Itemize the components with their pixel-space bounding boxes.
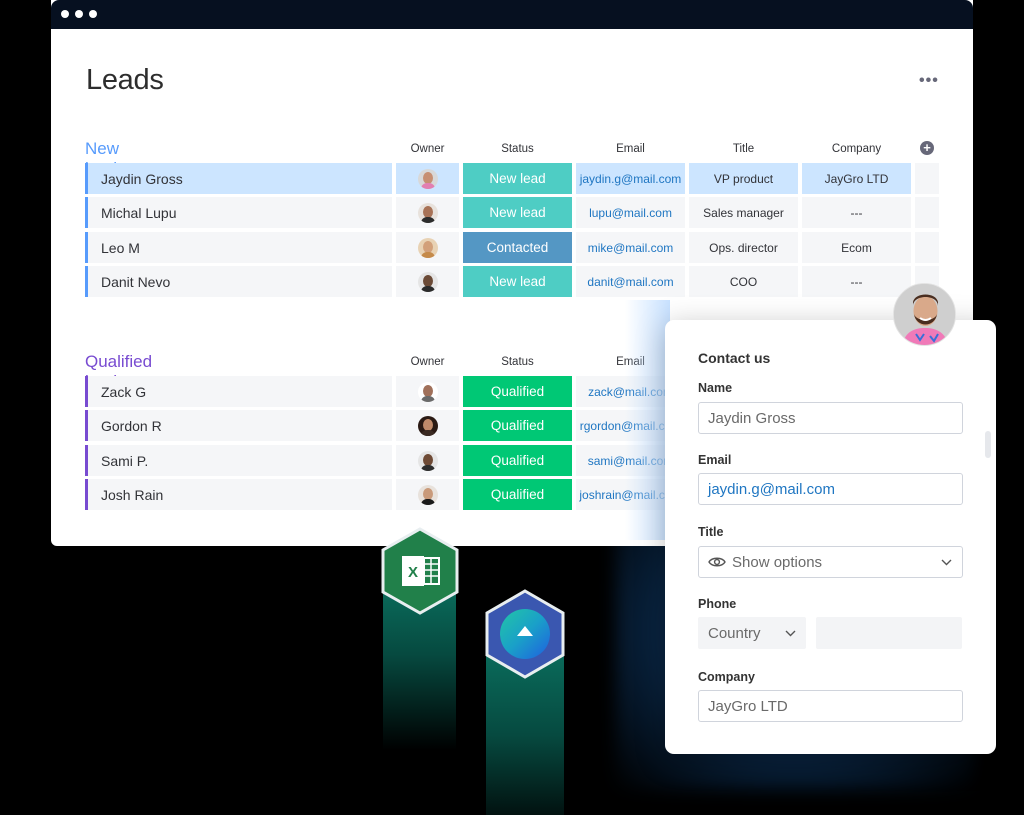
title-select-value: Show options [708,554,822,571]
column-header-owner[interactable]: Owner [396,143,459,155]
lead-name-cell[interactable]: Danit Nevo [85,266,392,297]
window-titlebar [51,0,973,29]
title-cell[interactable]: Ops. director [689,232,798,263]
avatar[interactable] [417,168,438,189]
svg-text:X: X [408,564,418,581]
window-dot[interactable] [75,10,83,18]
column-header-email[interactable]: Email [576,143,685,155]
country-placeholder: Country [708,624,761,642]
window-dot[interactable] [89,10,97,18]
owner-cell[interactable] [396,266,459,297]
status-badge[interactable]: Qualified [463,376,572,407]
empty-cell [915,232,939,263]
company-field[interactable]: JayGro LTD [698,690,963,722]
owner-cell[interactable] [396,410,459,441]
empty-cell [915,197,939,228]
chevron-down-icon [941,559,952,565]
contact-form: Contact us Name Jaydin Gross Email jaydi… [665,320,996,754]
email-field[interactable]: jaydin.g@mail.com [698,473,963,505]
status-badge[interactable]: New lead [463,197,572,228]
contact-avatar [893,283,956,346]
form-title: Contact us [698,350,771,366]
title-cell[interactable]: COO [689,266,798,297]
avatar[interactable] [417,381,438,402]
upload-app-icon[interactable] [484,589,566,679]
lead-name-cell[interactable]: Zack G [85,376,392,407]
owner-cell[interactable] [396,163,459,194]
lead-name-cell[interactable]: Michal Lupu [85,197,392,228]
lead-name-cell[interactable]: Josh Rain [85,479,392,510]
owner-cell[interactable] [396,376,459,407]
email-cell[interactable]: lupu@mail.com [576,197,685,228]
form-scrollbar[interactable] [985,431,991,458]
title-select-placeholder: Show options [732,553,823,571]
status-badge[interactable]: Qualified [463,479,572,510]
owner-cell[interactable] [396,445,459,476]
table-row[interactable]: Leo M Contacted mike@mail.com Ops. director… [85,232,945,263]
avatar[interactable] [417,271,438,292]
app-beam [486,655,564,815]
page-title: Leads [86,64,164,96]
owner-cell[interactable] [396,197,459,228]
status-badge[interactable]: New lead [463,266,572,297]
email-cell[interactable]: jaydin.g@mail.com [576,163,685,194]
lead-name-cell[interactable]: Sami P. [85,445,392,476]
chevron-down-icon [785,630,796,636]
lead-name-cell[interactable]: Gordon R [85,410,392,441]
avatar[interactable] [417,484,438,505]
form-shadow-fade [625,300,670,540]
window-controls [61,10,97,18]
table-row[interactable]: Michal Lupu New lead lupu@mail.com Sales ma… [85,197,945,228]
owner-cell[interactable] [396,479,459,510]
name-field[interactable]: Jaydin Gross [698,402,963,434]
column-header-status[interactable]: Status [463,356,572,368]
column-header-title[interactable]: Title [689,143,798,155]
avatar[interactable] [417,415,438,436]
excel-icon[interactable]: X [380,527,460,615]
name-label: Name [698,381,733,395]
column-header-owner[interactable]: Owner [396,356,459,368]
table-row[interactable]: Jaydin Gross New lead jaydin.g@mail.com VP … [85,163,945,194]
status-badge[interactable]: Qualified [463,410,572,441]
company-cell[interactable]: --- [802,266,911,297]
column-header-status[interactable]: Status [463,143,572,155]
lead-name-cell[interactable]: Leo M [85,232,392,263]
company-cell[interactable]: --- [802,197,911,228]
title-cell[interactable]: VP product [689,163,798,194]
avatar[interactable] [417,202,438,223]
owner-cell[interactable] [396,232,459,263]
more-options-button[interactable]: ••• [919,72,939,90]
phone-number-field[interactable] [816,617,962,649]
status-badge[interactable]: Contacted [463,232,572,263]
lead-name-cell[interactable]: Jaydin Gross [85,163,392,194]
company-cell[interactable]: JayGro LTD [802,163,911,194]
title-label: Title [698,525,724,539]
add-column-button[interactable]: + [920,141,934,155]
avatar[interactable] [417,450,438,471]
table-row[interactable]: Danit Nevo New lead danit@mail.com COO --- [85,266,945,297]
empty-cell [915,163,939,194]
column-header-company[interactable]: Company [802,143,911,155]
company-label: Company [698,670,755,684]
title-select[interactable]: Show options [698,546,963,578]
country-select[interactable]: Country [698,617,806,649]
phone-label: Phone [698,597,737,611]
email-cell[interactable]: danit@mail.com [576,266,685,297]
status-badge[interactable]: New lead [463,163,572,194]
company-cell[interactable]: Ecom [802,232,911,263]
email-label: Email [698,453,732,467]
avatar[interactable] [417,237,438,258]
status-badge[interactable]: Qualified [463,445,572,476]
window-dot[interactable] [61,10,69,18]
title-cell[interactable]: Sales manager [689,197,798,228]
email-cell[interactable]: mike@mail.com [576,232,685,263]
eye-icon [708,557,726,567]
